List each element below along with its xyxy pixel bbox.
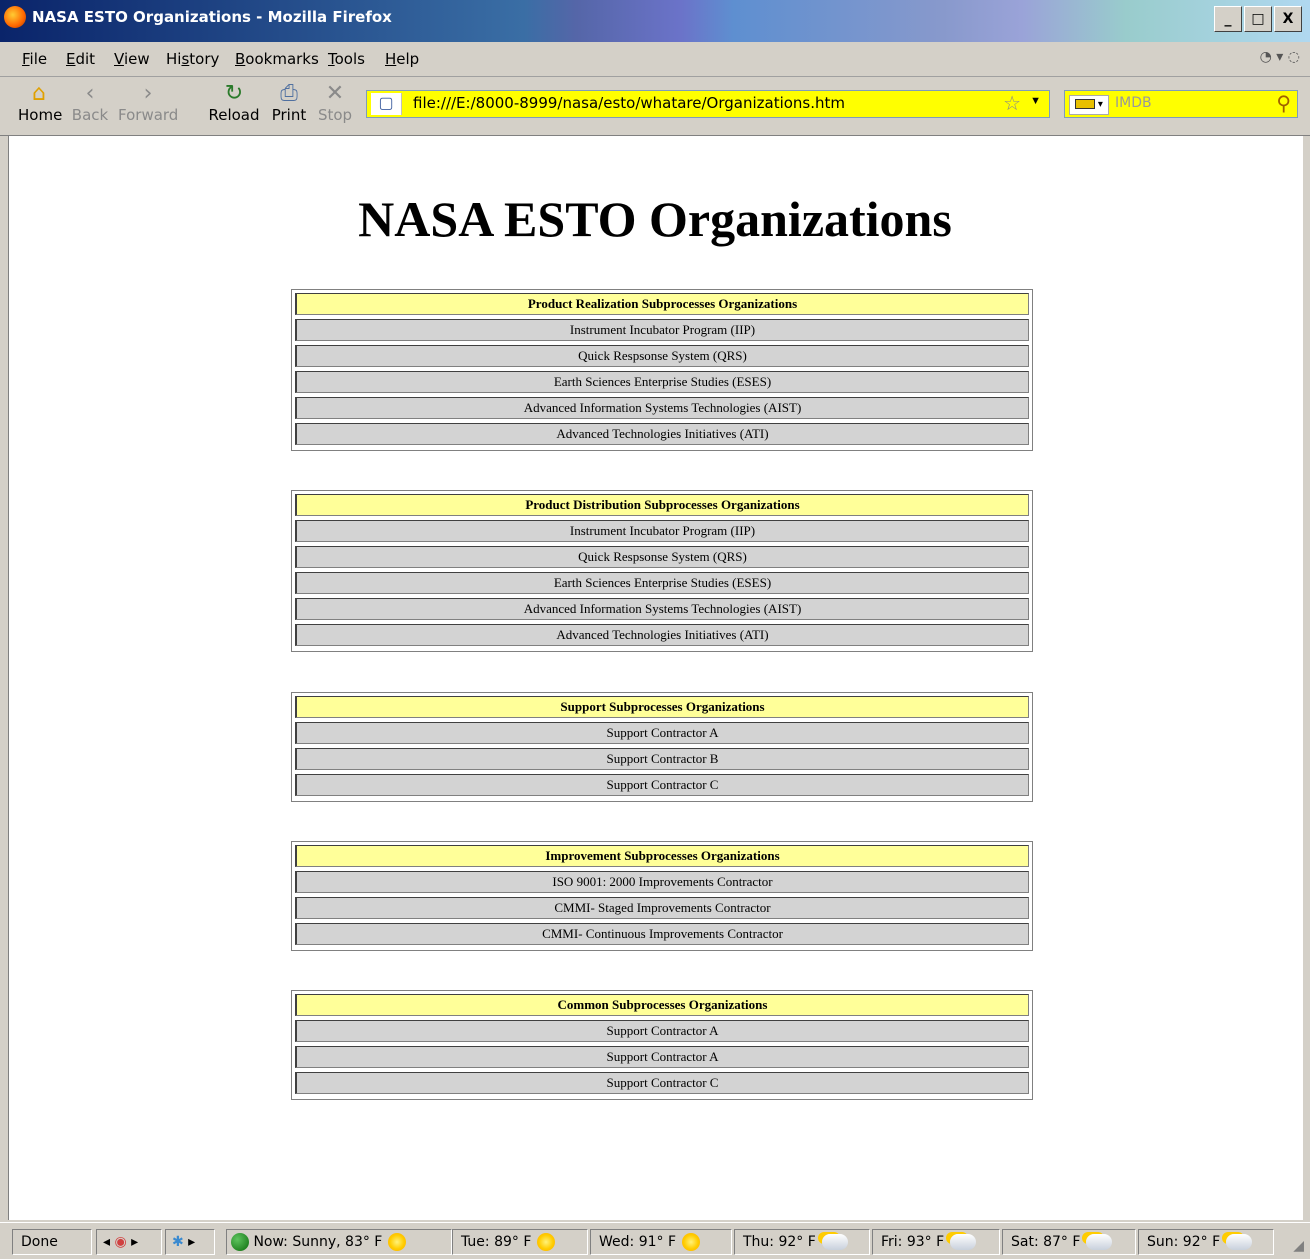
table-row: Quick Respsonse System (QRS) <box>295 546 1029 568</box>
weather-thu[interactable]: Thu: 92° F <box>734 1229 870 1255</box>
partly-cloudy-icon <box>821 1234 848 1250</box>
sidebar-splitter[interactable] <box>9 726 17 936</box>
page-icon: ▢ <box>371 93 402 115</box>
sun-icon <box>388 1233 407 1251</box>
menu-bar: File Edit View History Bookmarks Tools H… <box>0 42 1310 77</box>
search-box[interactable]: ▾ IMDB ⚲ <box>1064 90 1298 118</box>
forward-arrow-icon: › <box>143 81 153 106</box>
imdb-logo-icon <box>1075 99 1096 110</box>
table-row: Advanced Information Systems Technologie… <box>295 397 1029 419</box>
menu-bookmarks[interactable]: Bookmarks <box>235 50 319 68</box>
table-row: CMMI- Continuous Improvements Contractor <box>295 923 1029 945</box>
weather-wed[interactable]: Wed: 91° F <box>590 1229 732 1255</box>
sun-icon <box>682 1233 701 1251</box>
table-row: CMMI- Staged Improvements Contractor <box>295 897 1029 919</box>
menu-file[interactable]: File <box>22 50 47 68</box>
home-button[interactable]: ⌂ Home <box>18 81 62 123</box>
table-row: Quick Respsonse System (QRS) <box>295 345 1029 367</box>
menu-tools[interactable]: Tools <box>328 50 365 68</box>
menu-history[interactable]: History <box>166 50 219 68</box>
org-table-improvement: Improvement Subprocesses Organizations I… <box>291 841 1033 951</box>
table-row: Support Contractor C <box>295 1072 1029 1094</box>
addon-icon: ✱ <box>172 1234 184 1250</box>
table-row: Support Contractor B <box>295 748 1029 770</box>
activity-throbber-icon: ◔ ▾ ◌ <box>1259 49 1300 65</box>
status-text: Done <box>12 1229 92 1255</box>
media-icon: ◉ <box>114 1234 127 1250</box>
stop-x-icon: ✕ <box>325 81 345 106</box>
menu-edit[interactable]: Edit <box>66 50 95 68</box>
weather-tue[interactable]: Tue: 89° F <box>452 1229 588 1255</box>
partly-cloudy-icon <box>1226 1234 1253 1250</box>
search-icon[interactable]: ⚲ <box>1276 91 1291 116</box>
status-bar: Done ◂ ◉ ▸ ✱ ▸ Now: Sunny, 83° F Tue: 89… <box>0 1222 1310 1259</box>
globe-icon <box>231 1233 249 1251</box>
table-header: Product Distribution Subprocesses Organi… <box>295 494 1029 516</box>
table-row: ISO 9001: 2000 Improvements Contractor <box>295 871 1029 893</box>
resize-grip-icon[interactable]: ◢ <box>1293 1237 1304 1254</box>
printer-icon: ⎙ <box>280 81 298 106</box>
table-row: Support Contractor A <box>295 1020 1029 1042</box>
menu-help[interactable]: Help <box>385 50 419 68</box>
weather-sat[interactable]: Sat: 87° F <box>1002 1229 1136 1255</box>
weather-fri[interactable]: Fri: 93° F <box>872 1229 1000 1255</box>
org-table-product-realization: Product Realization Subprocesses Organiz… <box>291 289 1033 451</box>
table-row: Support Contractor A <box>295 1046 1029 1068</box>
partly-cloudy-icon <box>950 1234 977 1250</box>
home-icon: ⌂ <box>32 81 46 106</box>
url-dropdown-icon[interactable]: ▼ <box>1030 95 1041 107</box>
search-placeholder: IMDB <box>1115 95 1152 111</box>
print-button[interactable]: ⎙ Print <box>270 81 308 123</box>
table-row: Advanced Technologies Initiatives (ATI) <box>295 423 1029 445</box>
navigation-toolbar: ⌂ Home ‹ Back › Forward ↻ Reload ⎙ Print… <box>0 77 1310 136</box>
reload-icon: ↻ <box>224 81 244 106</box>
forward-button[interactable]: › Forward <box>118 81 178 123</box>
window-title-bar[interactable]: NASA ESTO Organizations - Mozilla Firefo… <box>0 0 1310 42</box>
table-row: Instrument Incubator Program (IIP) <box>295 520 1029 542</box>
addon-control[interactable]: ✱ ▸ <box>165 1229 215 1255</box>
sun-icon <box>537 1233 556 1251</box>
back-arrow-icon: ‹ <box>85 81 95 106</box>
table-row: Advanced Information Systems Technologie… <box>295 598 1029 620</box>
back-button[interactable]: ‹ Back <box>70 81 110 123</box>
close-button[interactable]: X <box>1274 6 1302 32</box>
table-row: Earth Sciences Enterprise Studies (ESES) <box>295 572 1029 594</box>
firefox-logo-icon <box>4 6 26 28</box>
weather-now[interactable]: Now: Sunny, 83° F <box>226 1229 452 1255</box>
weather-sun[interactable]: Sun: 92° F <box>1138 1229 1274 1255</box>
stop-button[interactable]: ✕ Stop <box>316 81 354 123</box>
table-header: Common Subprocesses Organizations <box>295 994 1029 1016</box>
table-header: Support Subprocesses Organizations <box>295 696 1029 718</box>
minimize-button[interactable]: _ <box>1214 6 1242 32</box>
media-player-control[interactable]: ◂ ◉ ▸ <box>96 1229 162 1255</box>
table-row: Instrument Incubator Program (IIP) <box>295 319 1029 341</box>
window-controls: _ □ X <box>1214 6 1302 32</box>
org-table-support: Support Subprocesses Organizations Suppo… <box>291 692 1033 802</box>
window-title: NASA ESTO Organizations - Mozilla Firefo… <box>32 8 392 26</box>
table-header: Improvement Subprocesses Organizations <box>295 845 1029 867</box>
org-table-product-distribution: Product Distribution Subprocesses Organi… <box>291 490 1033 652</box>
table-row: Support Contractor C <box>295 774 1029 796</box>
maximize-button[interactable]: □ <box>1244 6 1272 32</box>
reload-button[interactable]: ↻ Reload <box>208 81 260 123</box>
search-engine-selector[interactable]: ▾ <box>1069 95 1109 115</box>
page-title: NASA ESTO Organizations <box>358 191 952 247</box>
org-table-common: Common Subprocesses Organizations Suppor… <box>291 990 1033 1100</box>
url-text: file:///E:/8000-8999/nasa/esto/whatare/O… <box>413 94 846 112</box>
table-header: Product Realization Subprocesses Organiz… <box>295 293 1029 315</box>
partly-cloudy-icon <box>1086 1234 1113 1250</box>
table-row: Support Contractor A <box>295 722 1029 744</box>
table-row: Advanced Technologies Initiatives (ATI) <box>295 624 1029 646</box>
table-row: Earth Sciences Enterprise Studies (ESES) <box>295 371 1029 393</box>
bookmark-star-icon[interactable]: ☆ <box>1003 91 1021 116</box>
address-bar[interactable]: ▢ file:///E:/8000-8999/nasa/esto/whatare… <box>366 90 1050 118</box>
menu-view[interactable]: View <box>114 50 150 68</box>
